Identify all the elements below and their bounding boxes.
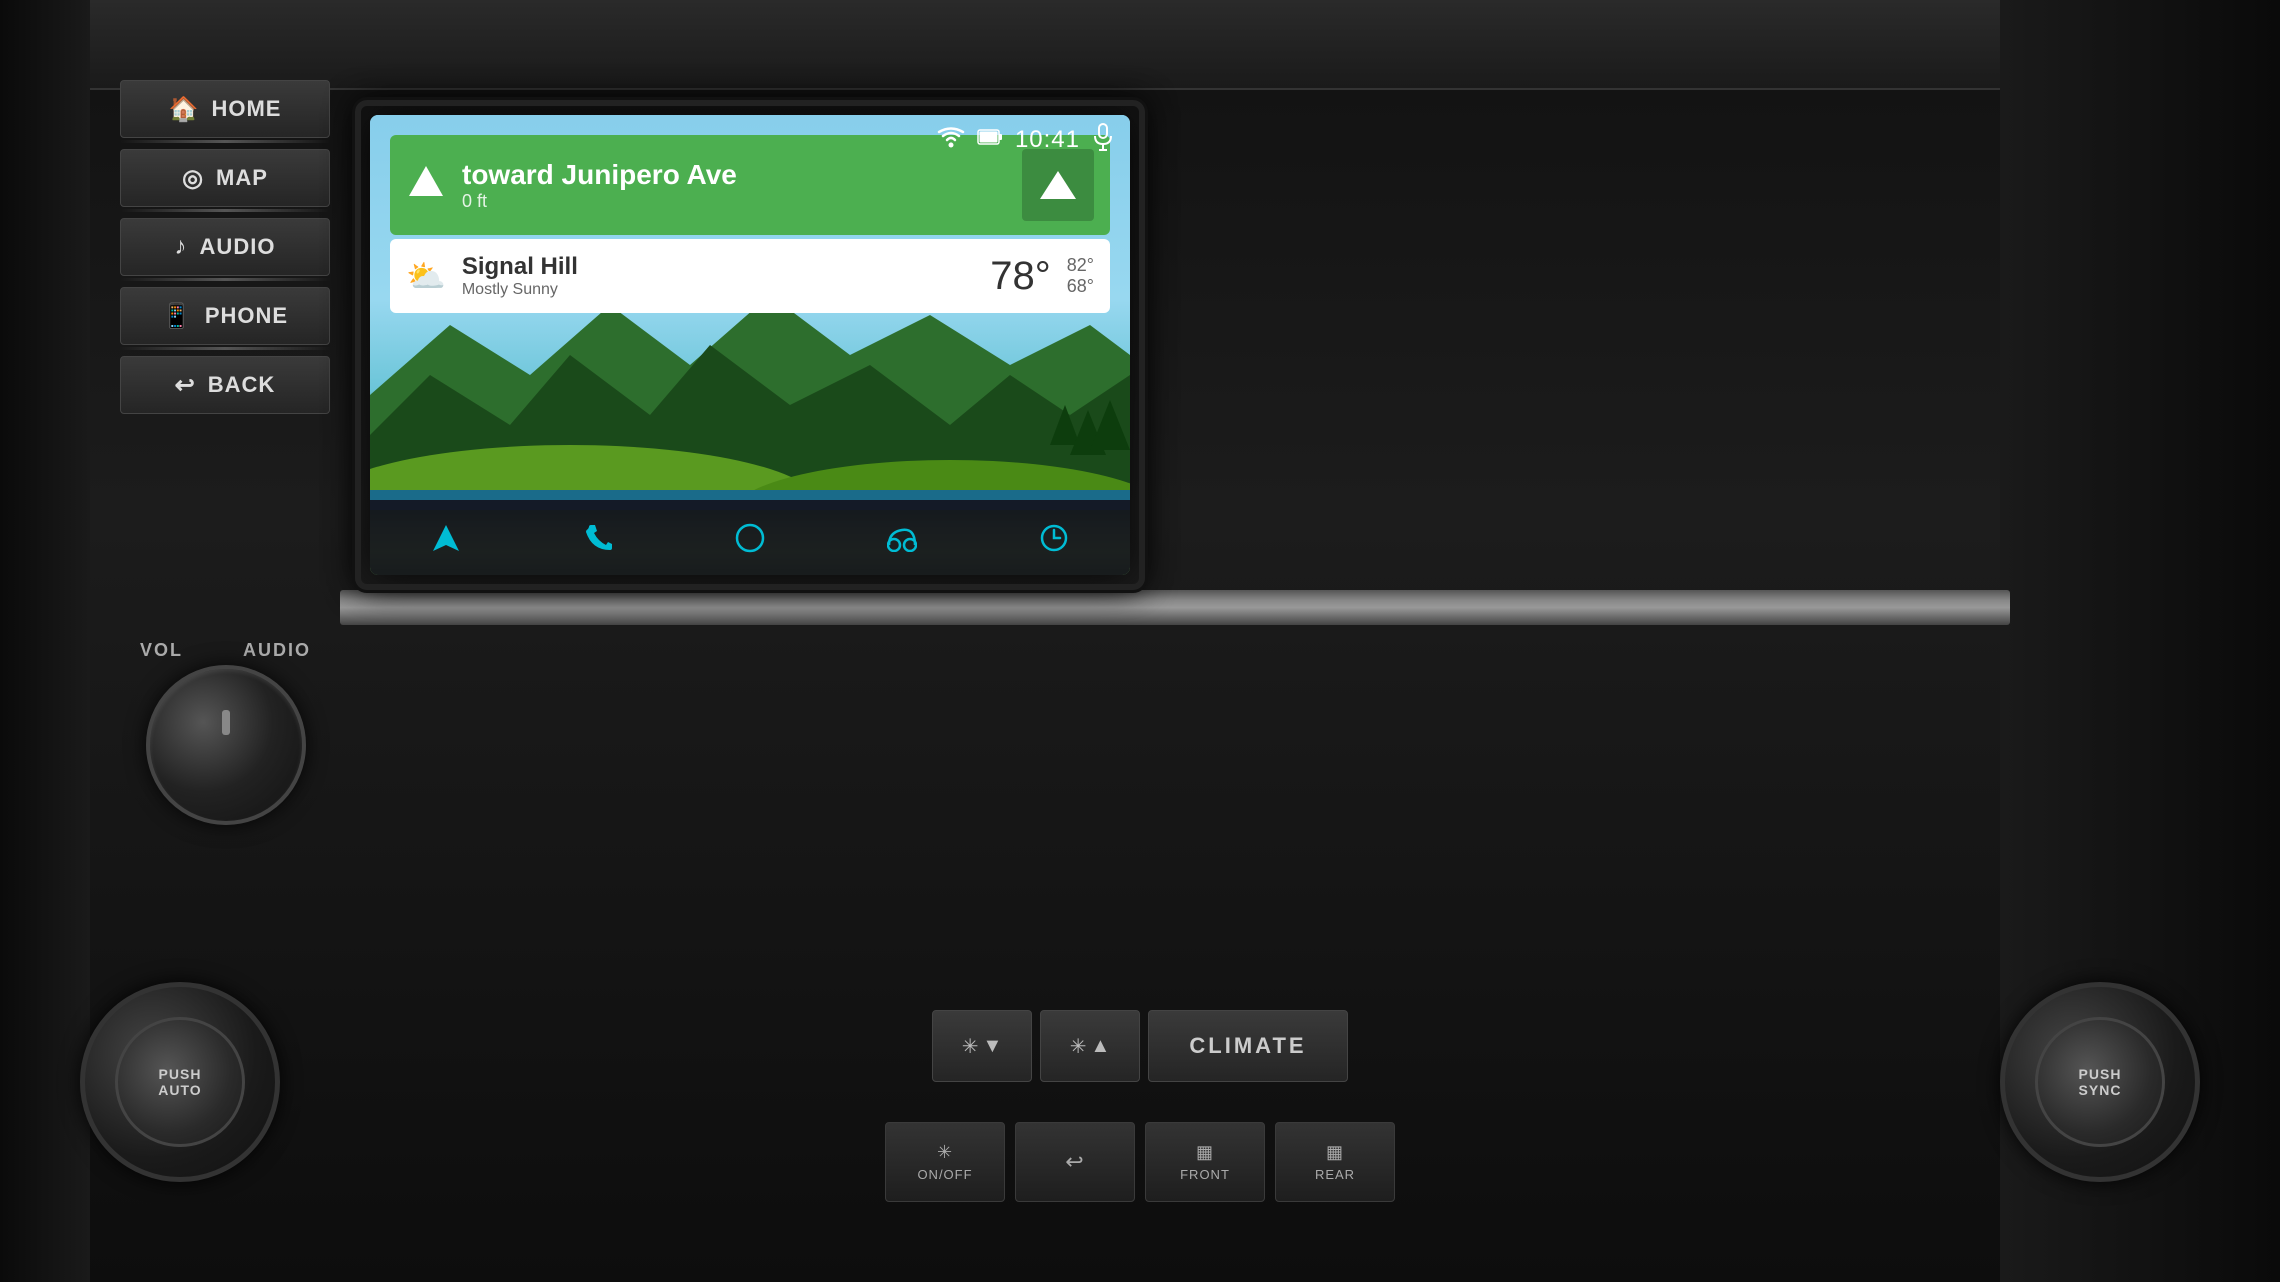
push-sync-inner: PUSH SYNC (2035, 1017, 2165, 1147)
battery-icon (977, 128, 1003, 152)
weather-icon: ⛅ (406, 257, 446, 295)
front-label: FRONT (1180, 1167, 1230, 1182)
weather-text: Signal Hill Mostly Sunny (462, 253, 974, 299)
weather-high: 82° (1067, 255, 1094, 276)
status-bar: 10:41 (937, 123, 1114, 157)
push-auto-knob[interactable]: PUSH AUTO (80, 982, 280, 1182)
home-icon: 🏠 (169, 95, 200, 124)
phone-icon: 📱 (162, 302, 193, 331)
fan-onoff-label: ON/OFF (917, 1167, 972, 1182)
nav-destination: toward Junipero Ave (462, 159, 1006, 191)
vol-label: VOL (140, 640, 183, 661)
car-dashboard: 🏠 HOME ◎ MAP ♪ AUDIO 📱 PHONE (0, 0, 2280, 1282)
weather-condition: Mostly Sunny (462, 281, 974, 299)
lower-buttons-row: ✳ ON/OFF ↩ ▦ FRONT ▦ REAR (885, 1122, 1395, 1202)
clock-display: 10:41 (1015, 126, 1080, 154)
nav-direction-box (1022, 149, 1094, 221)
audio-nav-button[interactable]: ♪ AUDIO (100, 218, 350, 281)
rear-label: REAR (1315, 1167, 1355, 1182)
fan-up-icon: ✳ (1070, 1034, 1087, 1059)
back-icon: ↩ (175, 371, 196, 400)
fan-down-arrow: ▼ (982, 1035, 1002, 1058)
map-nav-button[interactable]: ◎ MAP (100, 149, 350, 212)
fan-up-arrow: ▲ (1090, 1035, 1110, 1058)
recirculate-button[interactable]: ↩ (1015, 1122, 1135, 1202)
nav-up-arrow (1040, 171, 1076, 199)
fan-onoff-icon: ✳ (937, 1142, 953, 1163)
map-label: MAP (216, 165, 268, 191)
fan-up-button[interactable]: ✳ ▲ (1040, 1010, 1140, 1082)
fan-down-button[interactable]: ✳ ▼ (932, 1010, 1032, 1082)
phone-label: PHONE (205, 303, 288, 329)
recirculate-icon: ↩ (1065, 1149, 1084, 1175)
nav-distance: 0 ft (462, 191, 1006, 212)
screen-taskbar (370, 500, 1130, 575)
main-screen: 10:41 toward Junipero (370, 115, 1130, 575)
map-divider (120, 209, 330, 212)
weather-low: 68° (1067, 276, 1094, 297)
volume-knob[interactable] (146, 665, 306, 825)
weather-temp: 78° (990, 254, 1051, 299)
climate-area: ✳ ▼ ✳ ▲ CLIMATE (932, 1010, 1348, 1082)
weather-city: Signal Hill (462, 253, 974, 281)
taskbar-clock-button[interactable] (1029, 513, 1079, 563)
back-label: BACK (208, 372, 276, 398)
audio-divider (120, 278, 330, 281)
left-nav-panel: 🏠 HOME ◎ MAP ♪ AUDIO 📱 PHONE (100, 80, 350, 414)
push-sync-line1: PUSH (2079, 1066, 2122, 1082)
front-defrost-button[interactable]: ▦ FRONT (1145, 1122, 1265, 1202)
home-divider (120, 140, 330, 143)
nav-card-text: toward Junipero Ave 0 ft (462, 159, 1006, 212)
vol-audio-labels: VOL AUDIO (140, 640, 311, 661)
taskbar-home-button[interactable] (725, 513, 775, 563)
fan-icon: ✳ (962, 1034, 979, 1059)
weather-card[interactable]: ⛅ Signal Hill Mostly Sunny 78° 82° 68° (390, 239, 1110, 313)
volume-area: VOL AUDIO (140, 640, 311, 825)
push-auto-inner: PUSH AUTO (115, 1017, 245, 1147)
rear-defrost-icon: ▦ (1326, 1142, 1344, 1163)
wifi-icon (937, 126, 965, 154)
nav-turn-arrow (406, 160, 446, 210)
climate-label: CLIMATE (1189, 1033, 1306, 1059)
fan-onoff-button[interactable]: ✳ ON/OFF (885, 1122, 1005, 1202)
rear-defrost-button[interactable]: ▦ REAR (1275, 1122, 1395, 1202)
metallic-strip (340, 590, 2010, 625)
push-auto-line2: AUTO (158, 1082, 201, 1098)
phone-nav-button[interactable]: 📱 PHONE (100, 287, 350, 350)
audio-icon: ♪ (175, 233, 188, 261)
mic-icon[interactable] (1092, 123, 1114, 157)
weather-hilo: 82° 68° (1067, 255, 1094, 297)
back-nav-button[interactable]: ↩ BACK (100, 356, 350, 414)
climate-button[interactable]: CLIMATE (1148, 1010, 1348, 1082)
phone-divider (120, 347, 330, 350)
left-vent (0, 0, 90, 1282)
taskbar-nav-button[interactable] (421, 513, 471, 563)
push-sync-knob[interactable]: PUSH SYNC (2000, 982, 2200, 1182)
audio-label: AUDIO (200, 234, 276, 260)
map-icon: ◎ (182, 164, 204, 193)
home-label: HOME (211, 96, 281, 122)
nav-cards: toward Junipero Ave 0 ft ⛅ Signal Hill M… (390, 135, 1110, 313)
taskbar-phone-button[interactable] (573, 513, 623, 563)
top-bar (0, 0, 2280, 90)
audio-power-label: AUDIO (243, 640, 311, 661)
taskbar-audio-button[interactable] (877, 513, 927, 563)
push-auto-line1: PUSH (159, 1066, 202, 1082)
push-sync-line2: SYNC (2079, 1082, 2122, 1098)
home-nav-button[interactable]: 🏠 HOME (100, 80, 350, 143)
front-defrost-icon: ▦ (1196, 1142, 1214, 1163)
